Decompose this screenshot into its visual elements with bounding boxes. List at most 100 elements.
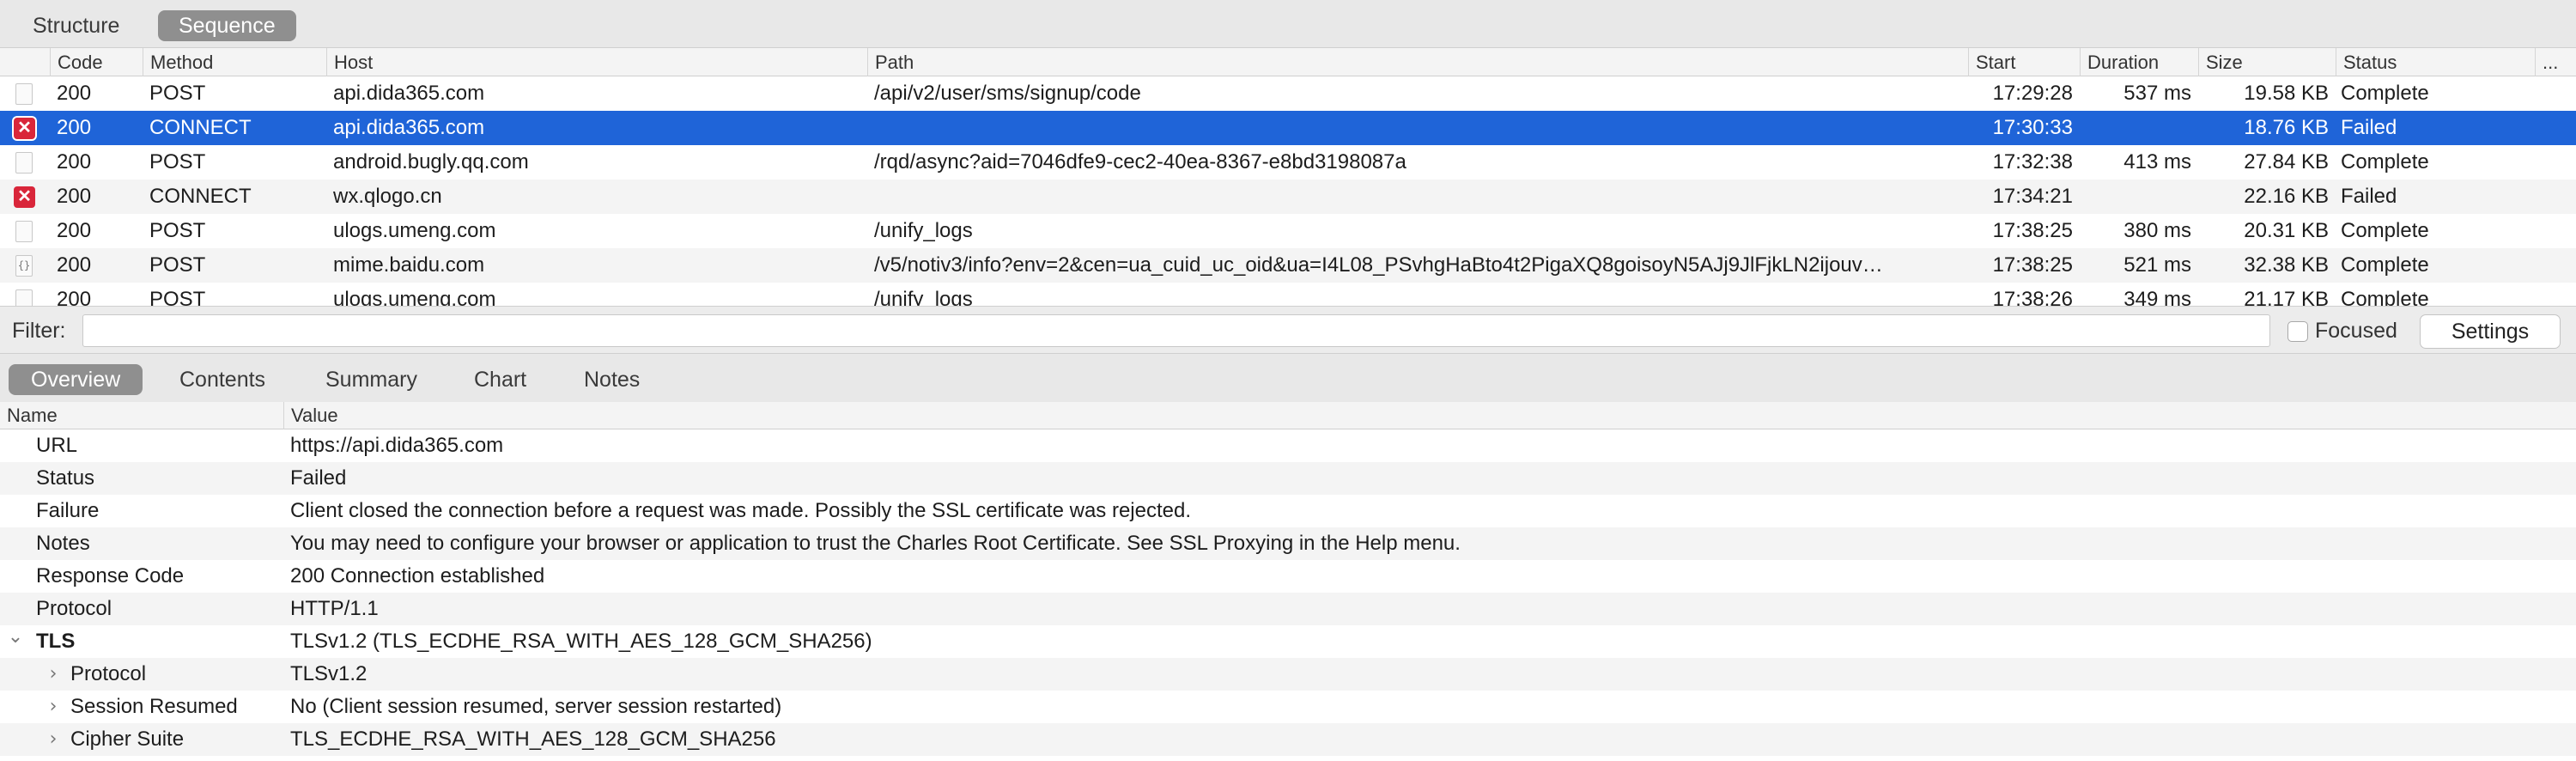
cell-method: POST — [149, 219, 206, 242]
overview-name: Response Code — [36, 564, 185, 587]
overview-row[interactable]: Notes You may need to configure your brow… — [0, 527, 2576, 560]
column-header-start[interactable]: Start — [1968, 48, 2080, 76]
cell-method: POST — [149, 288, 206, 306]
overview-row[interactable]: ⌄ TLS TLSv1.2 (TLS_ECDHE_RSA_WITH_AES_128_… — [0, 625, 2576, 658]
column-header-host[interactable]: Host — [326, 48, 867, 76]
table-row[interactable]: ✕ 200 CONNECT api.dida365.com 17:30:33 18.76 … — [0, 111, 2576, 145]
cell-size: 18.76 KB — [2244, 116, 2329, 139]
filter-bar: Filter: Focused Settings — [0, 306, 2576, 354]
overview-row[interactable]: URL https://api.dida365.com — [0, 429, 2576, 462]
cell-path: /v5/notiv3/info?env=2&cen=ua_cuid_uc_oid… — [874, 253, 1883, 277]
overview-value: You may need to configure your browser o… — [290, 532, 1461, 555]
cell-status: Complete — [2341, 288, 2429, 306]
error-icon: ✕ — [14, 186, 35, 208]
chevron-right-icon[interactable]: › — [45, 691, 62, 723]
table-row[interactable]: 200 POST api.dida365.com/api/v2/user/sms/s… — [0, 76, 2576, 111]
table-header: Code Method Host Path Start Duration Siz… — [0, 48, 2576, 76]
chevron-right-icon[interactable]: › — [45, 658, 62, 691]
overview-name: Protocol — [70, 662, 147, 685]
overview-value: No (Client session resumed, server sessi… — [290, 695, 782, 718]
tab-structure[interactable]: Structure — [12, 10, 140, 41]
tab-notes[interactable]: Notes — [562, 364, 662, 395]
overview-value: https://api.dida365.com — [290, 434, 504, 457]
cell-status: Complete — [2341, 219, 2429, 242]
cell-duration: 521 ms — [2123, 253, 2191, 277]
cell-code: 200 — [57, 185, 92, 208]
overview-row[interactable]: › Cipher Suite TLS_ECDHE_RSA_WITH_AES_128_… — [0, 723, 2576, 756]
detail-tabs: Overview Contents Summary Chart Notes — [0, 354, 2576, 402]
overview-name: Status — [36, 466, 95, 490]
document-icon — [15, 289, 33, 306]
overview-row[interactable]: › Protocol TLSv1.2 — [0, 658, 2576, 691]
cell-start: 17:34:21 — [1992, 185, 2073, 208]
overview-header: Name Value — [0, 402, 2576, 429]
cell-path: /unify_logs — [874, 288, 973, 306]
cell-start: 17:38:25 — [1992, 219, 2073, 242]
table-row[interactable]: {} 200 POST mime.baidu.com/v5/notiv3/info?e… — [0, 248, 2576, 283]
cell-code: 200 — [57, 288, 92, 306]
column-header-value[interactable]: Value — [283, 402, 2576, 429]
cell-status: Complete — [2341, 150, 2429, 174]
cell-host: mime.baidu.com — [333, 253, 485, 277]
chevron-down-icon[interactable]: ⌄ — [7, 625, 24, 658]
cell-size: 19.58 KB — [2244, 82, 2329, 105]
overview-name: Failure — [36, 499, 100, 522]
column-header-status[interactable]: Status — [2336, 48, 2535, 76]
cell-path — [874, 180, 1959, 214]
column-header-code[interactable]: Code — [50, 48, 143, 76]
tab-contents[interactable]: Contents — [157, 364, 288, 395]
tab-sequence[interactable]: Sequence — [158, 10, 296, 41]
overview-table: Name Value URL https://api.dida365.com Sta… — [0, 402, 2576, 761]
cell-code: 200 — [57, 82, 92, 105]
cell-size: 22.16 KB — [2244, 185, 2329, 208]
cell-method: POST — [149, 82, 206, 105]
overview-name: URL — [36, 434, 78, 457]
column-header-name[interactable]: Name — [0, 402, 283, 429]
overview-value: TLSv1.2 — [290, 662, 368, 685]
cell-host: api.dida365.com — [333, 116, 485, 139]
cell-size: 21.17 KB — [2244, 288, 2329, 306]
overview-row[interactable]: Protocol HTTP/1.1 — [0, 593, 2576, 625]
overview-name: Protocol — [36, 597, 112, 620]
focused-checkbox[interactable] — [2287, 321, 2308, 342]
table-row[interactable]: 200 POST android.bugly.qq.com/rqd/async?ai… — [0, 145, 2576, 180]
chevron-right-icon[interactable]: › — [45, 723, 62, 756]
tab-summary[interactable]: Summary — [303, 364, 440, 395]
cell-code: 200 — [57, 116, 92, 139]
cell-status: Failed — [2341, 116, 2397, 139]
cell-code: 200 — [57, 219, 92, 242]
json-icon: {} — [15, 255, 33, 277]
column-header-duration[interactable]: Duration — [2080, 48, 2198, 76]
focused-label[interactable]: Focused — [2315, 315, 2397, 346]
tab-chart[interactable]: Chart — [452, 364, 549, 395]
column-options-button[interactable]: ... — [2535, 48, 2576, 76]
cell-path: /unify_logs — [874, 219, 973, 242]
cell-code: 200 — [57, 253, 92, 277]
overview-row[interactable]: Failure Client closed the connection befo… — [0, 495, 2576, 527]
cell-host: wx.qlogo.cn — [333, 185, 442, 208]
cell-host: android.bugly.qq.com — [333, 150, 529, 174]
cell-path: /api/v2/user/sms/signup/code — [874, 82, 1141, 105]
tab-overview[interactable]: Overview — [9, 364, 143, 395]
settings-button[interactable]: Settings — [2420, 314, 2561, 349]
cell-duration: 537 ms — [2123, 82, 2191, 105]
filter-input[interactable] — [82, 314, 2270, 347]
cell-method: POST — [149, 253, 206, 277]
overview-row[interactable]: › Session Resumed No (Client session resum… — [0, 691, 2576, 723]
cell-size: 32.38 KB — [2244, 253, 2329, 277]
column-header-path[interactable]: Path — [867, 48, 1968, 76]
cell-size: 20.31 KB — [2244, 219, 2329, 242]
overview-value: HTTP/1.1 — [290, 597, 379, 620]
cell-status: Complete — [2341, 82, 2429, 105]
overview-value: TLSv1.2 (TLS_ECDHE_RSA_WITH_AES_128_GCM_… — [290, 630, 872, 653]
table-row[interactable]: ✕ 200 CONNECT wx.qlogo.cn 17:34:21 22.16 KB Fa… — [0, 180, 2576, 214]
column-header-size[interactable]: Size — [2198, 48, 2336, 76]
cell-start: 17:32:38 — [1992, 150, 2073, 174]
overview-row[interactable]: Status Failed — [0, 462, 2576, 495]
table-row[interactable]: 200 POST ulogs.umeng.com/unify_logs 17:38:2… — [0, 214, 2576, 248]
column-header-icon[interactable] — [0, 48, 50, 76]
overview-name: Cipher Suite — [70, 728, 185, 751]
overview-row[interactable]: Response Code 200 Connection established — [0, 560, 2576, 593]
column-header-method[interactable]: Method — [143, 48, 326, 76]
table-row[interactable]: 200 POST ulogs.umeng.com/unify_logs 17:38:2… — [0, 283, 2576, 306]
